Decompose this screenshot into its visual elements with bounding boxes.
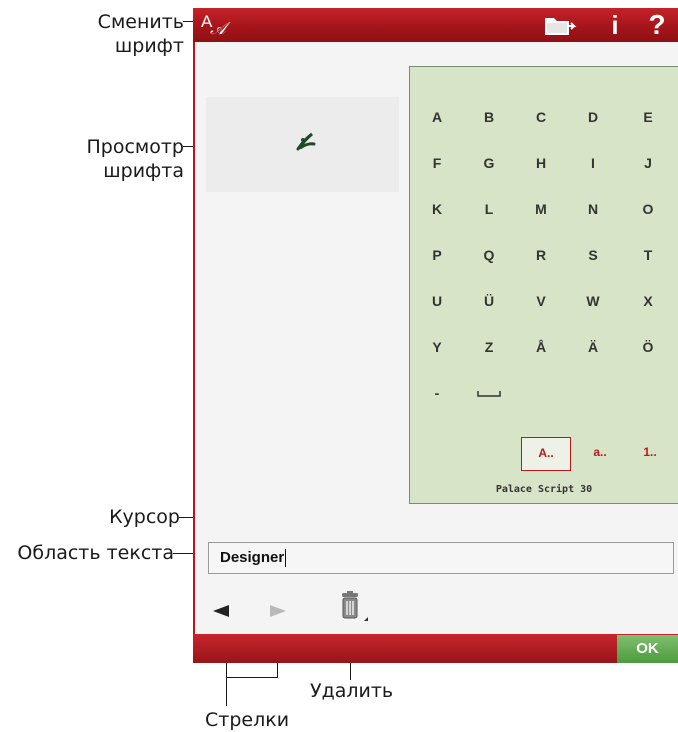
key-N[interactable]: N <box>573 195 613 223</box>
font-change-icon[interactable]: A 𝒜 <box>199 10 233 39</box>
key-L[interactable]: L <box>469 195 509 223</box>
text-area[interactable]: Designer <box>208 542 674 574</box>
character-keyboard: ABCDE FGHIJ KLMNO PQRST UÜVWX YZÅÄÖ - A.. a.. 1.… <box>409 66 678 504</box>
help-icon[interactable]: ? <box>645 8 669 42</box>
key-Z[interactable]: Z <box>469 333 509 361</box>
font-preview-area <box>206 97 399 192</box>
title-bar: A 𝒜 i ? <box>193 8 678 42</box>
callout-delete: Удалить <box>310 680 394 702</box>
font-name-label: Palace Script 30 <box>495 484 593 495</box>
trash-icon[interactable] <box>337 590 371 624</box>
key-K[interactable]: K <box>417 195 457 223</box>
category-tab-uppercase[interactable]: A.. <box>521 437 571 471</box>
key-Y[interactable]: Y <box>417 333 457 361</box>
callout-cursor: Курсор <box>109 506 180 528</box>
font-preview-glyph <box>296 132 316 151</box>
callout-font-preview: Просмотр шрифта <box>86 136 184 182</box>
key-X[interactable]: X <box>628 287 668 315</box>
key-hyphen[interactable]: - <box>417 379 457 407</box>
device-screen: A 𝒜 i ? ABCDE FGHIJ KLMNO PQRST UÜVWX YZÅÄÖ - … <box>193 8 678 663</box>
key-Ä[interactable]: Ä <box>573 333 613 361</box>
key-E[interactable]: E <box>628 103 668 131</box>
key-Q[interactable]: Q <box>469 241 509 269</box>
key-U[interactable]: U <box>417 287 457 315</box>
main-content: ABCDE FGHIJ KLMNO PQRST UÜVWX YZÅÄÖ - A.. a.. 1.… <box>195 42 678 634</box>
arrow-left-icon[interactable] <box>211 603 231 619</box>
category-tab-numbers[interactable]: 1.. <box>625 437 675 467</box>
key-H[interactable]: H <box>521 149 561 177</box>
key-R[interactable]: R <box>521 241 561 269</box>
callout-change-font: Сменить шрифт <box>97 11 184 57</box>
key-W[interactable]: W <box>573 287 613 315</box>
key-S[interactable]: S <box>573 241 613 269</box>
info-icon[interactable]: i <box>605 10 625 40</box>
key-P[interactable]: P <box>417 241 457 269</box>
key-T[interactable]: T <box>628 241 668 269</box>
key-A[interactable]: A <box>417 103 457 131</box>
arrow-right-icon[interactable] <box>268 603 288 619</box>
key-J[interactable]: J <box>628 149 668 177</box>
svg-text:𝒜: 𝒜 <box>210 19 231 38</box>
key-I[interactable]: I <box>573 149 613 177</box>
leader-arrows-join <box>226 677 278 678</box>
category-tab-lowercase[interactable]: a.. <box>575 437 625 467</box>
key-Ü[interactable]: Ü <box>469 287 509 315</box>
key-C[interactable]: C <box>521 103 561 131</box>
key-Å[interactable]: Å <box>521 333 561 361</box>
key-G[interactable]: G <box>469 149 509 177</box>
key-B[interactable]: B <box>469 103 509 131</box>
callout-arrows: Стрелки <box>205 709 290 731</box>
key-V[interactable]: V <box>521 287 561 315</box>
folder-icon[interactable] <box>542 14 578 38</box>
key-M[interactable]: M <box>521 195 561 223</box>
key-space[interactable] <box>469 379 509 407</box>
bottom-bar <box>193 634 678 663</box>
key-F[interactable]: F <box>417 149 457 177</box>
key-Ö[interactable]: Ö <box>628 333 668 361</box>
ok-button[interactable]: OK <box>617 635 678 663</box>
text-cursor <box>285 549 287 568</box>
text-value: Designer <box>220 549 285 566</box>
key-O[interactable]: O <box>628 195 668 223</box>
callout-text-area: Область текста <box>17 542 174 564</box>
key-D[interactable]: D <box>573 103 613 131</box>
